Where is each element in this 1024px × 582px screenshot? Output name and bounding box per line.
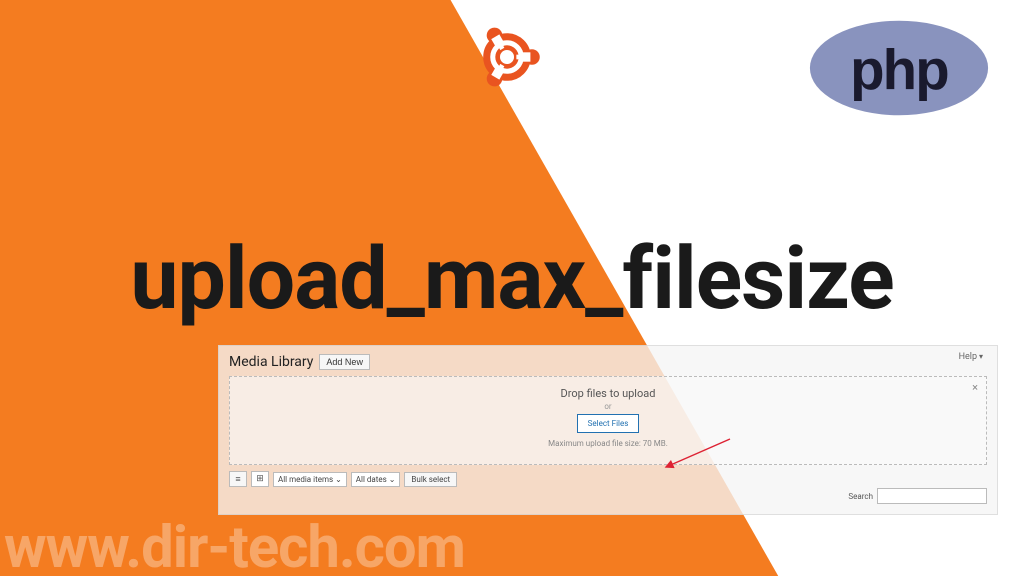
max-upload-size-text: Maximum upload file size: 70 MB. — [238, 439, 978, 448]
upload-dropzone[interactable]: × Drop files to upload or Select Files M… — [229, 376, 987, 465]
dropzone-title: Drop files to upload — [238, 387, 978, 400]
annotation-arrow-icon — [660, 437, 740, 477]
watermark-text: www.dir-tech.com — [4, 514, 465, 582]
php-logo-icon: php — [804, 18, 994, 118]
select-files-button[interactable]: Select Files — [577, 414, 640, 433]
filter-dates[interactable]: All dates — [351, 472, 401, 487]
search-label: Search — [848, 492, 873, 501]
close-icon[interactable]: × — [972, 381, 978, 394]
media-library-header: Media Library Add New — [229, 354, 987, 370]
grid-view-icon[interactable]: ⊞ — [251, 471, 269, 487]
dropzone-or: or — [238, 402, 978, 411]
search-input[interactable] — [877, 488, 987, 504]
media-library-title: Media Library — [229, 354, 313, 370]
media-toolbar: ≡ ⊞ All media items All dates Bulk selec… — [229, 471, 987, 487]
filter-media-items[interactable]: All media items — [273, 472, 347, 487]
php-logo-text: php — [850, 38, 948, 101]
media-library-panel: Media Library Add New Help × Drop files … — [218, 345, 998, 515]
ubuntu-logo-icon — [468, 18, 546, 96]
list-view-icon[interactable]: ≡ — [229, 471, 247, 487]
add-new-button[interactable]: Add New — [319, 354, 370, 370]
help-tab[interactable]: Help — [953, 350, 989, 364]
search-wrap: Search — [848, 488, 987, 504]
headline-text: upload_max_filesize — [0, 228, 1024, 329]
bulk-select-button[interactable]: Bulk select — [404, 472, 457, 487]
